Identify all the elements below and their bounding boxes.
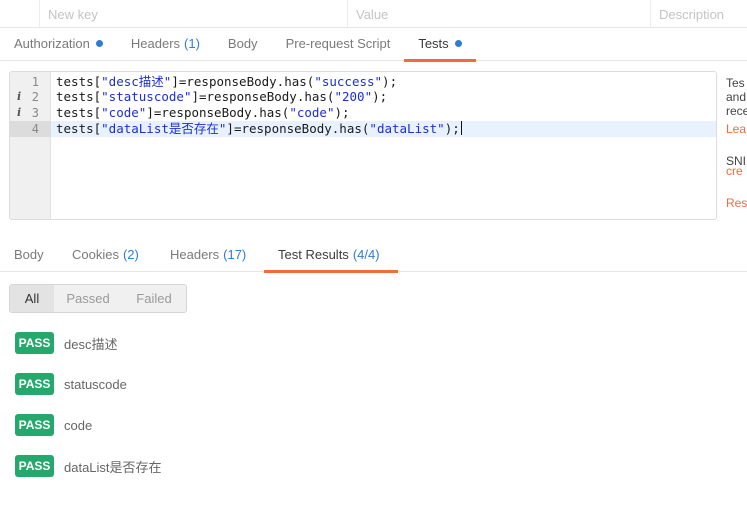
tab-response-headers[interactable]: Headers (17) [170, 238, 246, 272]
tab-count: (2) [122, 247, 139, 262]
code-text: tests["desc描述"]=responseBody.has("succes… [56, 74, 397, 90]
code-line[interactable]: 4 tests["dataList是否存在"]=responseBody.has(… [10, 121, 716, 137]
params-value-cell [348, 0, 651, 27]
code-text: tests["dataList是否存在"]=responseBody.has("… [56, 121, 462, 137]
string-token: "desc描述" [101, 74, 172, 89]
line-number: 4 [31, 122, 39, 136]
tab-label: Pre-request Script [285, 36, 391, 51]
test-name: desc描述 [64, 336, 118, 352]
tab-count: (4/4) [352, 247, 380, 262]
string-token: "dataList" [369, 121, 445, 136]
code-token: ]=responseBody.has( [171, 74, 315, 89]
tab-label: Headers [130, 36, 181, 51]
new-key-input[interactable] [48, 7, 339, 22]
tab-response-body[interactable]: Body [14, 238, 44, 272]
tab-label: Tests [418, 36, 449, 51]
pass-badge: PASS [15, 373, 54, 395]
code-text: tests["code"]=responseBody.has("code"); [56, 105, 350, 121]
code-token: ); [334, 105, 350, 120]
tab-label: Authorization [14, 36, 90, 51]
code-token: tests[ [56, 105, 102, 120]
code-token: tests[ [56, 121, 102, 136]
learn-more-link[interactable]: Lea [726, 122, 746, 136]
info-icon[interactable]: i [17, 89, 21, 105]
tab-label: Body [14, 247, 44, 262]
snippet-link[interactable]: cre [726, 164, 743, 178]
tab-label: Body [227, 36, 258, 51]
test-result-row: PASS dataList是否存在 [15, 455, 162, 477]
code-token: ); [372, 89, 388, 104]
modified-dot-icon [95, 40, 103, 47]
tab-authorization[interactable]: Authorization [0, 28, 117, 61]
pass-badge: PASS [15, 455, 54, 477]
code-token: ]=responseBody.has( [146, 105, 290, 120]
string-token: "dataList是否存在" [101, 121, 227, 136]
params-row [0, 0, 747, 28]
code-token: ]=responseBody.has( [191, 89, 335, 104]
tab-body[interactable]: Body [214, 28, 272, 61]
string-token: "code" [289, 105, 335, 120]
value-input[interactable] [356, 7, 642, 22]
tab-count: (17) [223, 247, 247, 262]
test-name: statuscode [64, 376, 127, 392]
snippets-panel: Tes and rece Lea SNI cre Res [726, 71, 747, 221]
pass-badge: PASS [15, 332, 54, 354]
modified-dot-icon [454, 40, 462, 47]
tab-label: Test Results [278, 247, 349, 262]
code-token: tests[ [56, 74, 102, 89]
line-number-cell: 4 [10, 121, 51, 137]
tab-test-results[interactable]: Test Results (4/4) [264, 238, 398, 273]
code-line[interactable]: i 3 tests["code"]=responseBody.has("code")… [10, 105, 716, 121]
params-description-cell [651, 0, 747, 27]
line-number: 3 [31, 106, 39, 120]
code-token: ); [444, 121, 460, 136]
tab-tests[interactable]: Tests [404, 28, 477, 62]
tests-code-editor[interactable]: 1 tests["desc描述"]=responseBody.has("succe… [9, 71, 717, 220]
line-number: 1 [31, 75, 39, 89]
snippets-description-text: Tes [726, 76, 745, 90]
snippets-description-text: rece [726, 104, 747, 118]
code-token: ); [382, 74, 398, 89]
string-token: "code" [101, 105, 147, 120]
test-result-row: PASS code [15, 414, 92, 436]
code-text: tests["statuscode"]=responseBody.has("20… [56, 89, 387, 105]
test-name: code [64, 417, 93, 433]
line-number: 2 [31, 90, 39, 104]
string-token: "statuscode" [101, 89, 192, 104]
test-result-row: PASS desc描述 [15, 332, 117, 354]
code-token: tests[ [56, 89, 102, 104]
tab-count: (1) [184, 36, 200, 51]
info-icon[interactable]: i [17, 105, 21, 121]
params-row-gutter [0, 0, 40, 27]
text-cursor [460, 121, 462, 135]
snippets-description-text: and [726, 90, 747, 104]
params-key-cell [40, 0, 348, 27]
filter-failed-button[interactable]: Failed [122, 285, 186, 312]
string-token: "200" [334, 89, 373, 104]
test-results-filter: All Passed Failed [9, 284, 187, 313]
line-number-cell: i3 [10, 105, 51, 121]
filter-all-button[interactable]: All [10, 285, 54, 312]
code-token: ]=responseBody.has( [226, 121, 370, 136]
test-name: dataList是否存在 [64, 459, 162, 475]
line-number-cell: 1 [10, 74, 51, 90]
filter-passed-button[interactable]: Passed [54, 285, 122, 312]
code-line[interactable]: i 2 tests["statuscode"]=responseBody.has("… [10, 89, 716, 105]
code-line[interactable]: 1 tests["desc描述"]=responseBody.has("succe… [10, 74, 716, 90]
tab-pre-request-script[interactable]: Pre-request Script [272, 28, 405, 61]
snippet-link[interactable]: Res [726, 196, 747, 210]
tab-label: Headers [170, 247, 220, 262]
line-number-cell: i2 [10, 89, 51, 105]
string-token: "success" [314, 74, 383, 89]
response-tabs: Body Cookies (2) Headers (17) Test Results… [0, 238, 747, 273]
tab-label: Cookies [72, 247, 119, 262]
test-result-row: PASS statuscode [15, 373, 127, 395]
tab-cookies[interactable]: Cookies (2) [72, 238, 139, 272]
pass-badge: PASS [15, 414, 54, 436]
tab-headers[interactable]: Headers (1) [117, 28, 214, 61]
request-tabs: Authorization Headers (1) Body Pre-reques… [0, 28, 747, 62]
description-input[interactable] [659, 7, 739, 22]
